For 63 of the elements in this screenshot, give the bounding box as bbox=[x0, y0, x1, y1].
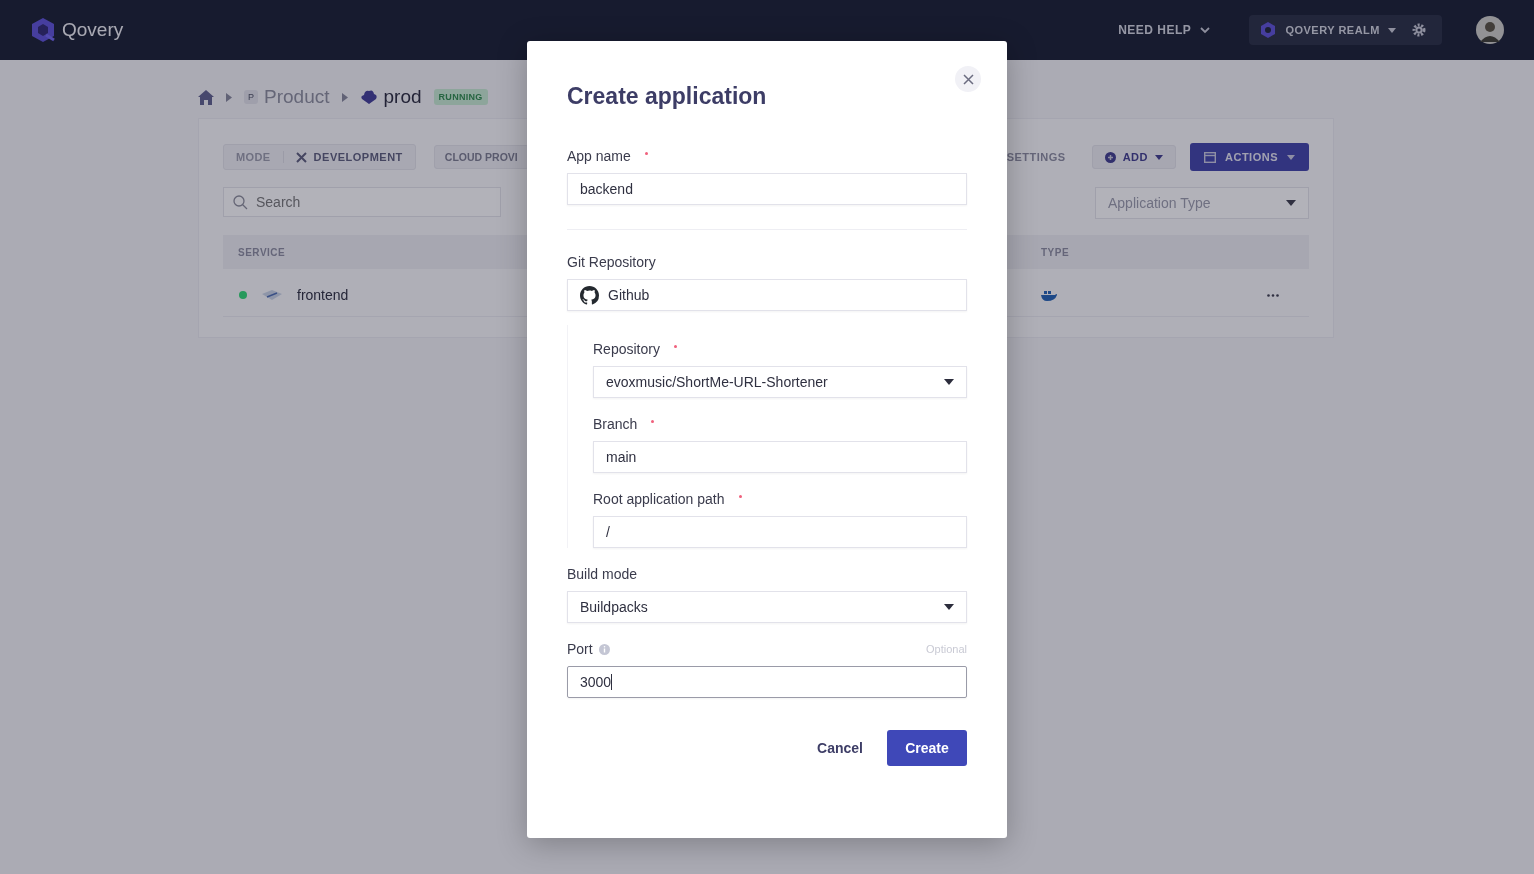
home-icon[interactable] bbox=[198, 89, 214, 105]
mode-button[interactable]: DEVELOPMENT bbox=[283, 145, 415, 169]
field-label: Branch bbox=[593, 416, 638, 432]
input-field[interactable]: / bbox=[593, 516, 967, 548]
caret-icon bbox=[944, 604, 954, 610]
search-field[interactable]: Search bbox=[223, 187, 501, 217]
actions-button[interactable]: ACTIONS bbox=[1190, 143, 1309, 171]
github-icon bbox=[580, 285, 599, 305]
cancel-button[interactable]: Cancel bbox=[817, 732, 863, 764]
close-icon bbox=[962, 73, 974, 85]
organization-button[interactable]: QOVERY REALM bbox=[1259, 21, 1396, 39]
caret-icon bbox=[1155, 154, 1163, 160]
column-header: TYPE bbox=[1041, 246, 1071, 258]
input-field[interactable]: backend bbox=[567, 173, 967, 205]
field-value: Github bbox=[608, 287, 650, 303]
field-label: Root application path bbox=[593, 491, 725, 507]
create-button[interactable]: Create bbox=[887, 730, 967, 766]
settings-icon[interactable] bbox=[1412, 23, 1426, 37]
caret-icon bbox=[1388, 27, 1396, 33]
chevron-down-icon bbox=[1199, 26, 1212, 34]
field-value: main bbox=[606, 449, 637, 465]
ellipsis-icon bbox=[1267, 293, 1279, 297]
environment-name[interactable]: prod bbox=[383, 86, 422, 108]
input-field[interactable]: 3000 bbox=[567, 666, 967, 698]
field-value: 3000 bbox=[580, 674, 612, 690]
select-field[interactable]: evoxmusic/ShortMe-URL-Shortener bbox=[593, 366, 967, 398]
caret-right-icon bbox=[226, 92, 232, 102]
status-badge: RUNNING bbox=[433, 89, 488, 105]
mode-label: MODE bbox=[224, 151, 284, 163]
input-field[interactable]: main bbox=[593, 441, 967, 473]
brand-name[interactable]: Qovery bbox=[62, 19, 124, 41]
project-badge: P bbox=[244, 90, 258, 104]
service-name: frontend bbox=[297, 287, 349, 303]
tools-icon bbox=[295, 151, 307, 163]
column-header: SERVICE bbox=[238, 246, 287, 258]
app-icon bbox=[261, 288, 283, 302]
search-icon bbox=[233, 195, 248, 210]
field-value: Buildpacks bbox=[580, 599, 648, 615]
field-label: App name bbox=[567, 148, 631, 164]
cloud-icon bbox=[359, 89, 378, 105]
field-label: Port bbox=[567, 641, 593, 657]
add-button[interactable]: ADD bbox=[1091, 145, 1176, 169]
calendar-icon bbox=[1204, 151, 1216, 163]
field-value: evoxmusic/ShortMe-URL-Shortener bbox=[606, 374, 828, 390]
avatar[interactable] bbox=[1476, 16, 1504, 44]
close-button[interactable] bbox=[955, 66, 981, 92]
field-label: Build mode bbox=[567, 566, 638, 582]
caret-icon bbox=[944, 379, 954, 385]
plus-circle-icon bbox=[1104, 151, 1116, 163]
help-menu[interactable]: NEED HELP bbox=[1118, 23, 1232, 37]
caret-right-icon bbox=[341, 92, 348, 102]
select-field[interactable]: Buildpacks bbox=[567, 591, 967, 623]
input-field[interactable]: Github bbox=[567, 279, 967, 311]
logo-icon bbox=[30, 17, 56, 43]
dialog-title: Create application bbox=[567, 83, 768, 110]
field-value: / bbox=[606, 524, 610, 540]
field-label: Git Repository bbox=[567, 254, 656, 270]
field-label: Repository bbox=[593, 341, 660, 357]
whale-icon bbox=[1041, 289, 1057, 301]
caret-icon bbox=[1286, 200, 1296, 206]
logo-icon bbox=[1259, 21, 1278, 39]
caret-icon bbox=[1287, 154, 1295, 160]
field-value: backend bbox=[580, 181, 633, 197]
